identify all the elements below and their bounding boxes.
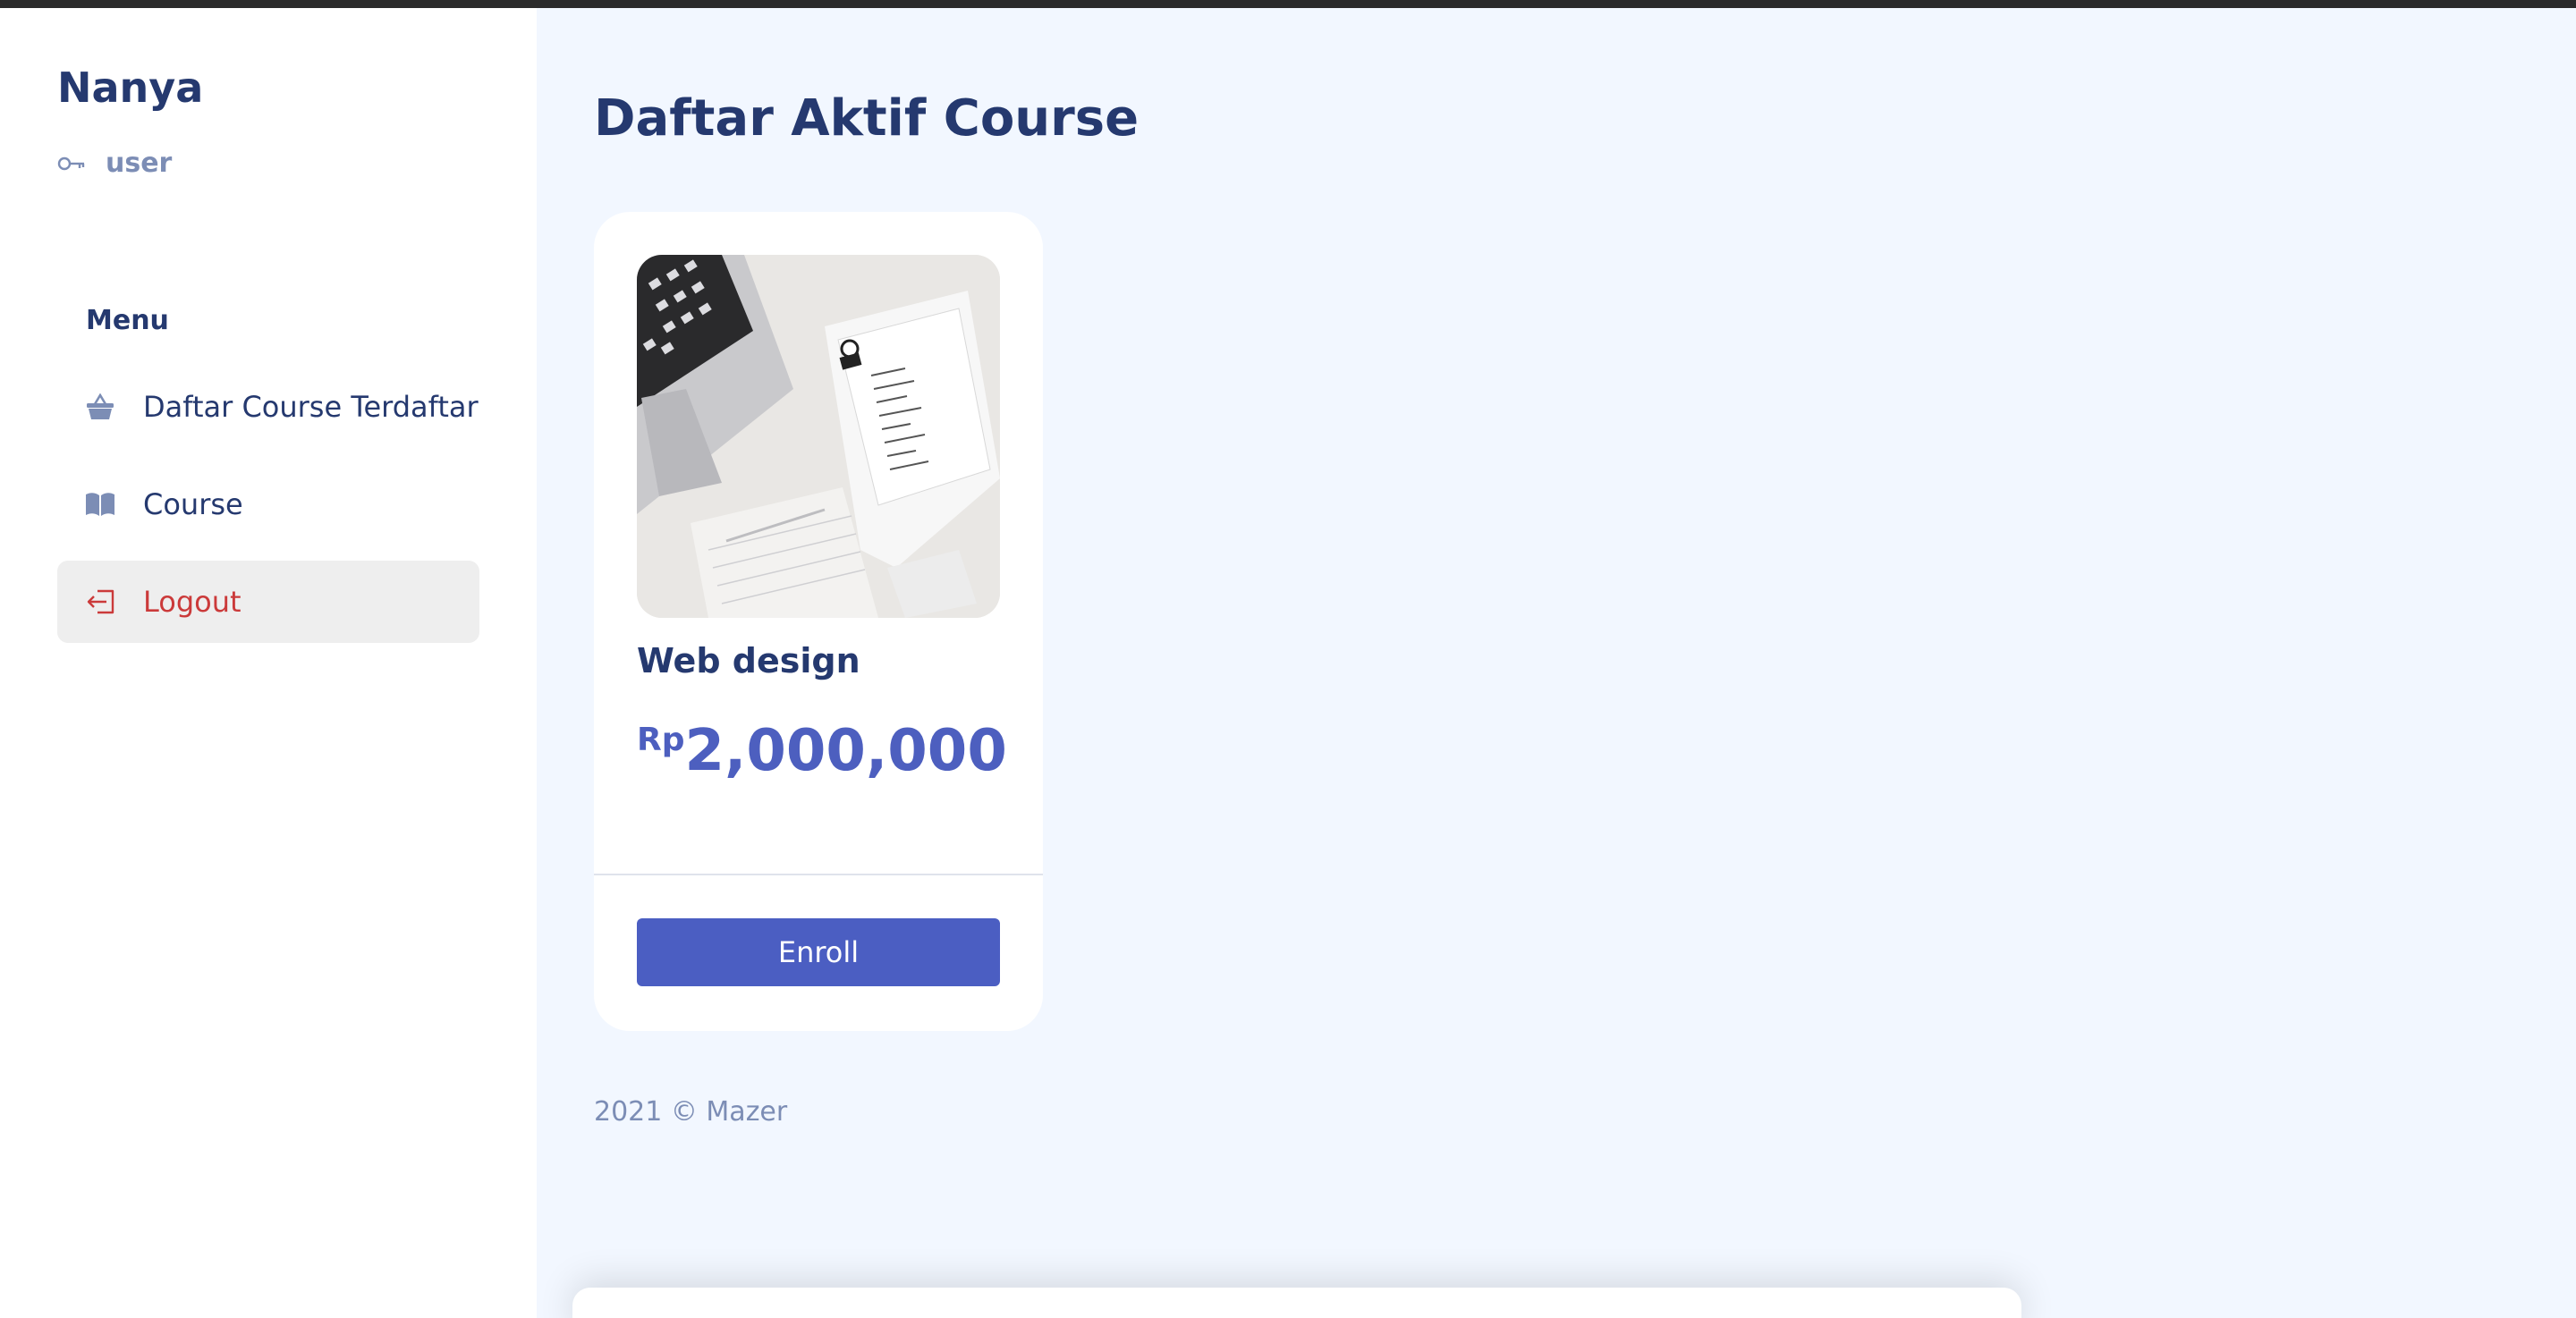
price-amount: 2,000,000 — [684, 718, 1007, 784]
brand-name: Nanya — [57, 63, 204, 112]
sidebar-item-label: Course — [143, 487, 243, 521]
card-divider — [594, 874, 1043, 875]
window-top-bar — [0, 0, 2576, 8]
course-price: Rp 2,000,000 — [637, 718, 1007, 784]
sidebar-item-logout[interactable]: Logout — [57, 561, 479, 643]
bottom-panel-edge — [572, 1288, 2021, 1318]
user-role: user — [57, 148, 172, 179]
sidebar-item-label: Logout — [143, 585, 242, 619]
book-icon — [84, 488, 116, 520]
basket-icon — [84, 391, 116, 423]
sidebar-item-label: Daftar Course Terdaftar — [143, 390, 479, 424]
course-title: Web design — [637, 641, 860, 680]
sidebar-item-course[interactable]: Course — [57, 463, 479, 545]
enroll-button[interactable]: Enroll — [637, 918, 1000, 986]
page-title: Daftar Aktif Course — [594, 89, 1140, 148]
sidebar-item-daftar-course-terdaftar[interactable]: Daftar Course Terdaftar — [57, 366, 479, 448]
key-icon — [57, 156, 86, 172]
sidebar: Nanya user Menu Daftar Course Terdaftar — [0, 8, 537, 1318]
course-card: Web design Rp 2,000,000 Enroll — [594, 212, 1043, 1031]
footer-text: 2021 © Mazer — [594, 1096, 788, 1128]
menu-title: Menu — [86, 305, 169, 336]
logout-icon — [84, 586, 116, 618]
role-label: user — [106, 148, 173, 179]
course-image — [637, 255, 1000, 618]
price-currency: Rp — [637, 722, 685, 758]
